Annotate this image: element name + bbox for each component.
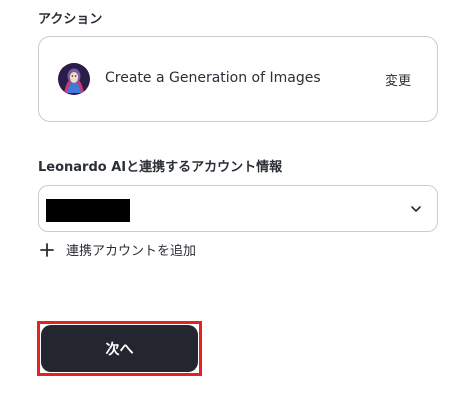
plus-icon	[40, 242, 54, 257]
change-action-button[interactable]: 変更	[385, 70, 411, 89]
account-select[interactable]	[38, 185, 438, 232]
account-section-label: Leonardo AIと連携するアカウント情報	[38, 160, 283, 175]
add-account-button[interactable]: 連携アカウントを追加	[40, 240, 196, 259]
action-section-label: アクション	[38, 12, 103, 27]
chevron-down-icon	[411, 206, 421, 212]
add-account-label: 連携アカウントを追加	[66, 244, 197, 259]
selected-account-value-redacted	[46, 199, 130, 222]
leonardo-ai-avatar-icon	[58, 63, 90, 95]
action-settings-page: アクション Create a Generation of Images 変更 L…	[0, 0, 474, 404]
next-button[interactable]: 次へ	[41, 325, 198, 372]
action-title: Create a Generation of Images	[105, 70, 321, 86]
action-card: Create a Generation of Images 変更	[38, 36, 438, 122]
